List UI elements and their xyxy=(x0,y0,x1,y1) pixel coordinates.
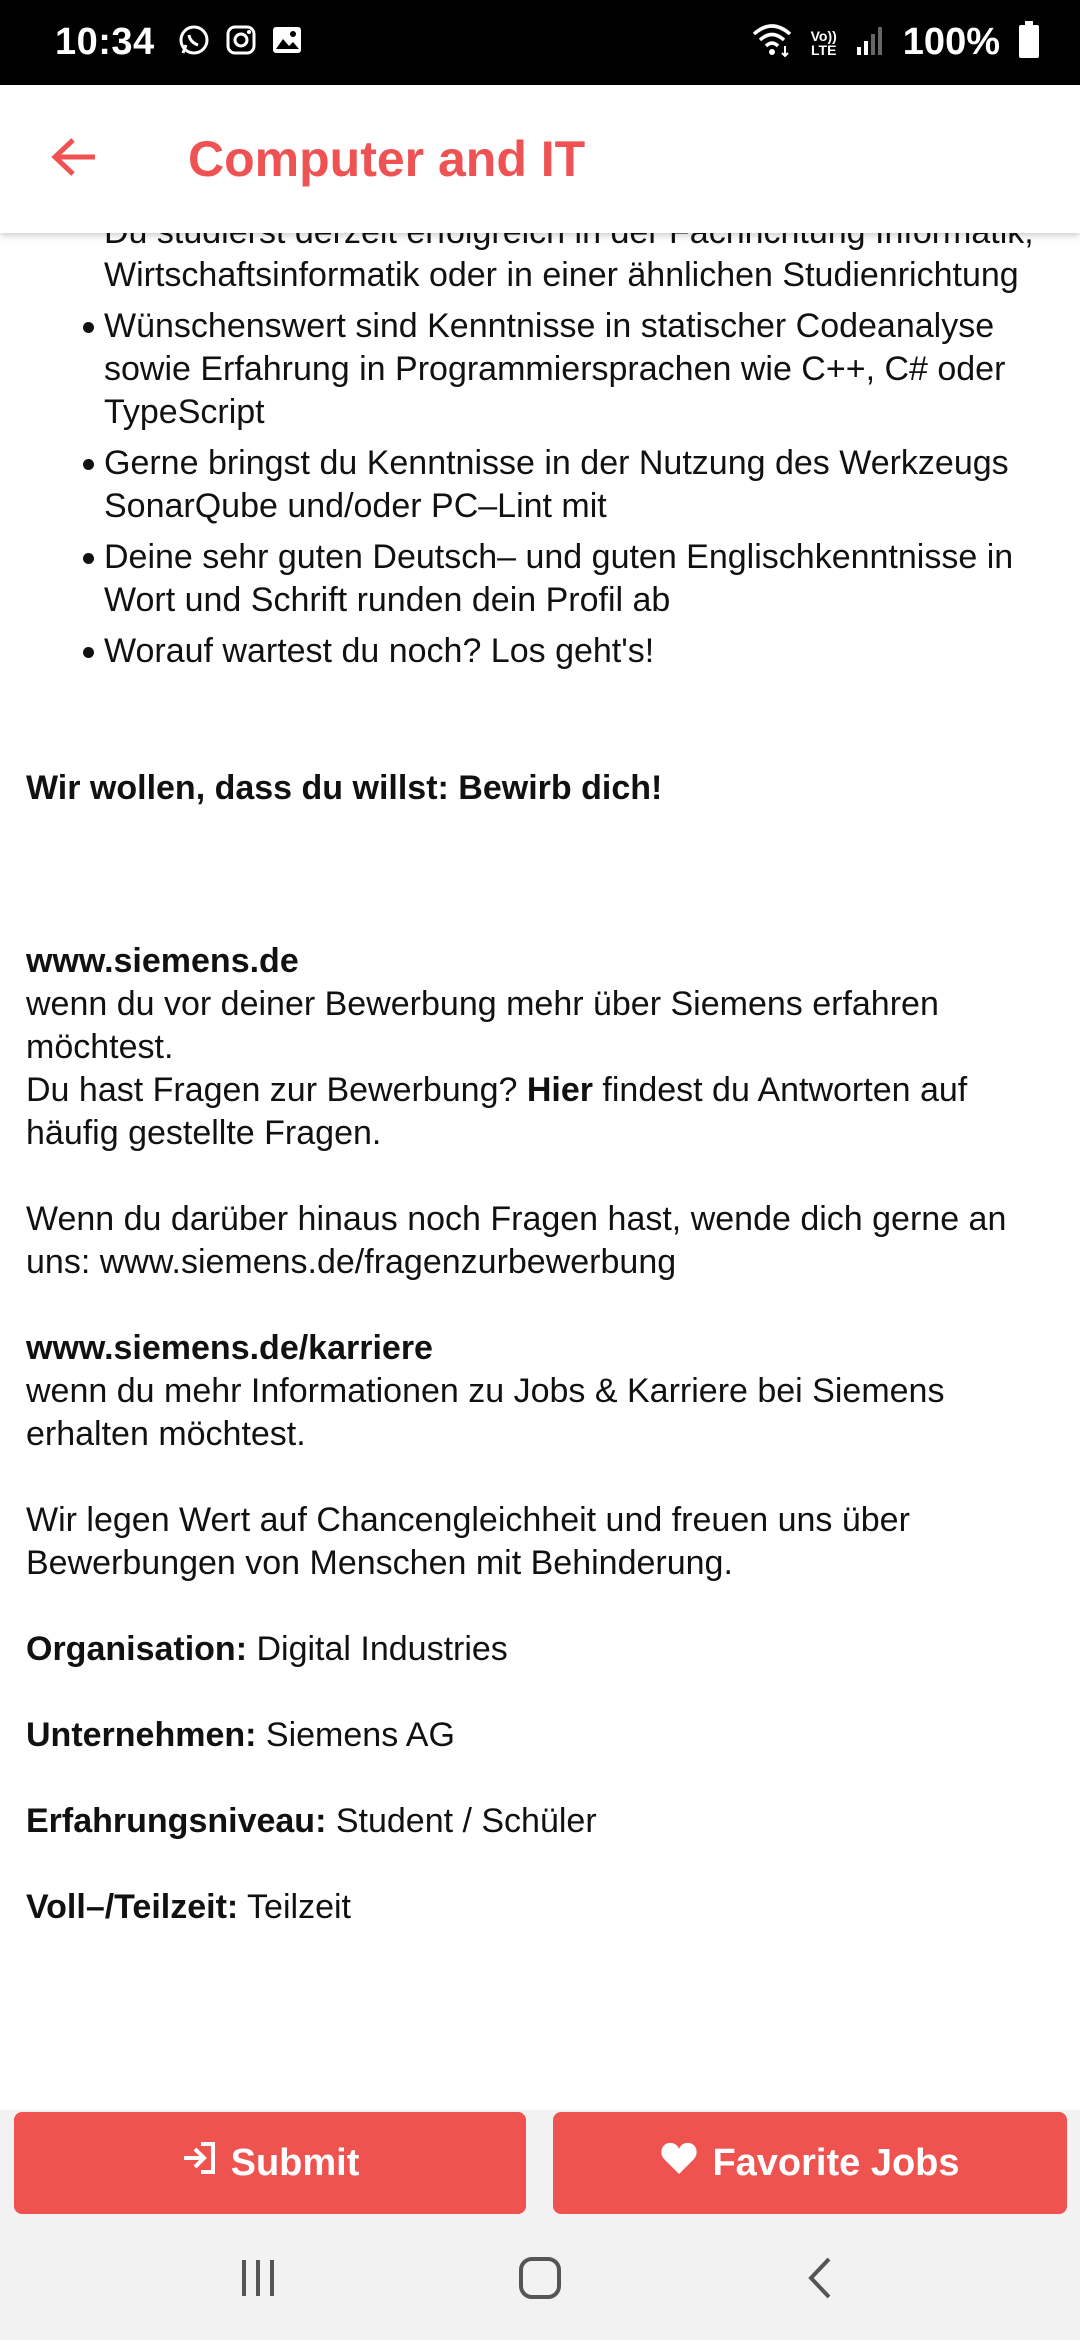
favorite-jobs-button[interactable]: Favorite Jobs xyxy=(553,2112,1067,2214)
recent-apps-icon xyxy=(236,2258,280,2303)
submit-label: Submit xyxy=(230,2141,360,2184)
field-experience-level: Erfahrungsniveau: Student / Schüler xyxy=(26,1800,1062,1843)
home-icon xyxy=(518,2256,562,2305)
submit-button[interactable]: Submit xyxy=(14,2112,526,2214)
status-bar: 10:34 Vo)) LTE 100% xyxy=(0,0,1080,85)
battery-icon xyxy=(1018,21,1040,64)
notification-icons xyxy=(177,23,303,62)
battery-percent: 100% xyxy=(902,21,1000,63)
arrow-left-icon xyxy=(51,137,99,182)
field-label: Erfahrungsniveau: xyxy=(26,1802,327,1840)
app-bar: Computer and IT xyxy=(0,85,1080,233)
field-value: Digital Industries xyxy=(247,1630,508,1668)
login-icon xyxy=(181,2140,217,2186)
faq-link[interactable]: Hier xyxy=(527,1071,593,1109)
field-organisation: Organisation: Digital Industries xyxy=(26,1628,1062,1671)
field-value: Teilzeit xyxy=(238,1888,351,1926)
volte-icon: Vo)) LTE xyxy=(811,29,837,57)
volte-top-label: Vo)) xyxy=(810,27,837,44)
job-description: Du studierst derzeit erfolgreich in der … xyxy=(26,233,1062,1929)
heart-icon xyxy=(660,2141,698,2185)
wifi-icon xyxy=(751,22,793,63)
signal-icon xyxy=(855,23,885,62)
whatsapp-icon xyxy=(177,23,211,62)
job-description-scroll[interactable]: Du studierst derzeit erfolgreich in der … xyxy=(14,233,1066,2110)
siemens-link-text: wenn du vor deiner Bewerbung mehr über S… xyxy=(26,985,939,1066)
back-button[interactable] xyxy=(0,85,150,233)
field-value: Siemens AG xyxy=(256,1716,455,1754)
field-label: Organisation: xyxy=(26,1630,248,1668)
field-company: Unternehmen: Siemens AG xyxy=(26,1714,1062,1757)
career-link[interactable]: www.siemens.de/karriere xyxy=(26,1327,1062,1370)
requirements-list: Du studierst derzeit erfolgreich in der … xyxy=(26,233,1062,673)
field-label: Voll–/Teilzeit: xyxy=(26,1888,239,1926)
contact-paragraph: Wenn du darüber hinaus noch Fragen hast,… xyxy=(26,1200,1007,1281)
apply-heading: Wir wollen, dass du willst: Bewirb dich! xyxy=(26,769,663,807)
siemens-link[interactable]: www.siemens.de xyxy=(26,940,1062,983)
nav-back-button[interactable] xyxy=(775,2245,865,2315)
field-label: Unternehmen: xyxy=(26,1716,257,1754)
recent-apps-button[interactable] xyxy=(213,2245,303,2315)
equality-paragraph: Wir legen Wert auf Chancengleichheit und… xyxy=(26,1501,910,1582)
field-employment-type: Voll–/Teilzeit: Teilzeit xyxy=(26,1886,1062,1929)
list-item: Du studierst derzeit erfolgreich in der … xyxy=(104,233,1034,294)
action-button-bar: Submit Favorite Jobs xyxy=(0,2110,1080,2215)
home-button[interactable] xyxy=(495,2245,585,2315)
page-title: Computer and IT xyxy=(188,131,586,187)
faq-paragraph: Du hast Fragen zur Bewerbung? Hier finde… xyxy=(26,1069,1062,1155)
list-item: Worauf wartest du noch? Los geht's! xyxy=(83,630,1062,673)
volte-bottom-label: LTE xyxy=(811,41,837,58)
list-item: Deine sehr guten Deutsch– und guten Engl… xyxy=(83,536,1062,622)
career-text: wenn du mehr Informationen zu Jobs & Kar… xyxy=(26,1372,945,1453)
back-icon xyxy=(805,2256,835,2305)
system-nav-bar xyxy=(0,2215,1080,2340)
status-time: 10:34 xyxy=(55,21,155,63)
favorite-jobs-label: Favorite Jobs xyxy=(712,2141,960,2184)
instagram-icon xyxy=(225,24,257,61)
faq-prefix: Du hast Fragen zur Bewerbung? xyxy=(26,1071,527,1109)
field-value: Student / Schüler xyxy=(326,1802,597,1840)
list-item: Gerne bringst du Kenntnisse in der Nutzu… xyxy=(83,442,1062,528)
gallery-icon xyxy=(271,24,303,61)
system-icons: Vo)) LTE 100% xyxy=(751,21,1040,64)
list-item: Wünschenswert sind Kenntnisse in statisc… xyxy=(83,305,1062,434)
